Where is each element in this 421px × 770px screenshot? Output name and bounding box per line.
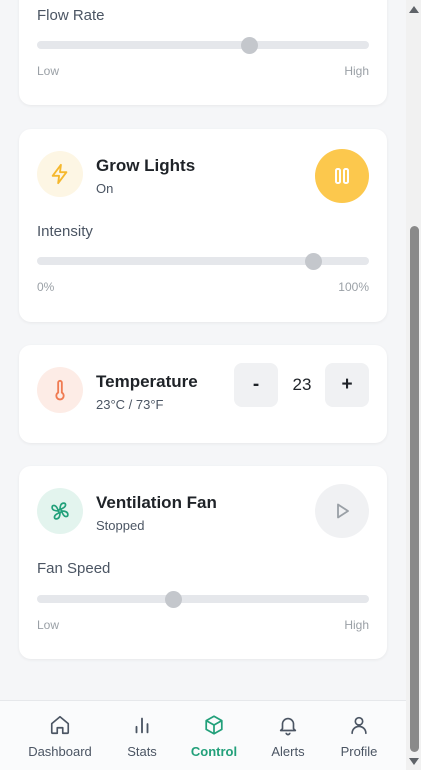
grow-lights-title: Grow Lights [96, 156, 196, 175]
flow-rate-min-label: Low [37, 64, 60, 78]
temperature-increase-button[interactable]: + [325, 363, 369, 407]
fan-icon [37, 488, 83, 534]
temperature-header: Temperature 23°C / 73°F - 23 + [37, 363, 369, 417]
nav-item-control[interactable]: Control [174, 701, 254, 770]
nav-label-alerts: Alerts [271, 744, 305, 759]
lightning-icon [37, 151, 83, 197]
temperature-decrease-button[interactable]: - [234, 363, 278, 407]
intensity-slider-thumb[interactable] [304, 253, 322, 270]
ventilation-fan-title: Ventilation Fan [96, 493, 217, 512]
temperature-card: Temperature 23°C / 73°F - 23 + [19, 345, 387, 443]
intensity-max-label: 100% [338, 280, 369, 294]
scrollbar-thumb[interactable] [410, 226, 419, 752]
nav-item-stats[interactable]: Stats [102, 701, 182, 770]
nav-item-alerts[interactable]: Alerts [248, 701, 328, 770]
pause-icon [335, 168, 349, 184]
thermometer-icon [37, 367, 83, 413]
scroll-down-arrow-icon[interactable] [409, 758, 419, 765]
fan-speed-slider[interactable] [37, 591, 369, 608]
grow-lights-status: On [96, 181, 114, 196]
nav-label-profile: Profile [340, 744, 378, 759]
fan-speed-slider-thumb[interactable] [165, 591, 183, 608]
fan-speed-max-label: High [344, 618, 369, 632]
bar-chart-icon [135, 717, 149, 734]
grow-lights-card: Grow Lights On Intensity 0% 100% [19, 129, 387, 322]
nav-item-dashboard[interactable]: Dashboard [20, 701, 100, 770]
nav-item-profile[interactable]: Profile [319, 701, 399, 770]
grow-lights-pause-button[interactable] [315, 149, 369, 203]
nav-label-stats: Stats [127, 744, 157, 759]
flow-rate-label: Flow Rate [37, 7, 105, 24]
ventilation-fan-header: Ventilation Fan Stopped [37, 484, 369, 538]
temperature-status: 23°C / 73°F [96, 397, 164, 412]
scroll-up-arrow-icon[interactable] [409, 6, 419, 13]
control-scroll-area[interactable]: Flow Rate Low High Grow Lights On Intens… [0, 0, 406, 700]
play-icon [337, 503, 349, 519]
flow-rate-slider-thumb[interactable] [241, 37, 259, 54]
home-icon [50, 715, 70, 735]
fan-speed-min-label: Low [37, 618, 60, 632]
flow-rate-slider[interactable] [37, 37, 369, 54]
cube-icon [205, 715, 223, 735]
bell-icon [279, 717, 297, 736]
bottom-nav: Dashboard Stats Control Alerts Profile [0, 700, 406, 770]
fan-speed-label: Fan Speed [37, 560, 111, 577]
intensity-min-label: 0% [37, 280, 55, 294]
temperature-value: 23 [292, 375, 312, 394]
user-icon [351, 716, 367, 735]
grow-lights-header: Grow Lights On [37, 149, 369, 203]
scrollbar[interactable] [406, 0, 421, 770]
ventilation-fan-status: Stopped [96, 518, 145, 533]
nav-label-dashboard: Dashboard [28, 744, 92, 759]
temperature-title: Temperature [96, 372, 198, 391]
intensity-slider[interactable] [37, 253, 369, 270]
flow-card: Flow Rate Low High [19, 0, 387, 105]
flow-rate-max-label: High [344, 64, 369, 78]
ventilation-fan-card: Ventilation Fan Stopped Fan Speed Low Hi… [19, 466, 387, 659]
intensity-label: Intensity [37, 223, 93, 240]
ventilation-fan-play-button[interactable] [315, 484, 369, 538]
nav-label-control: Control [190, 744, 238, 759]
